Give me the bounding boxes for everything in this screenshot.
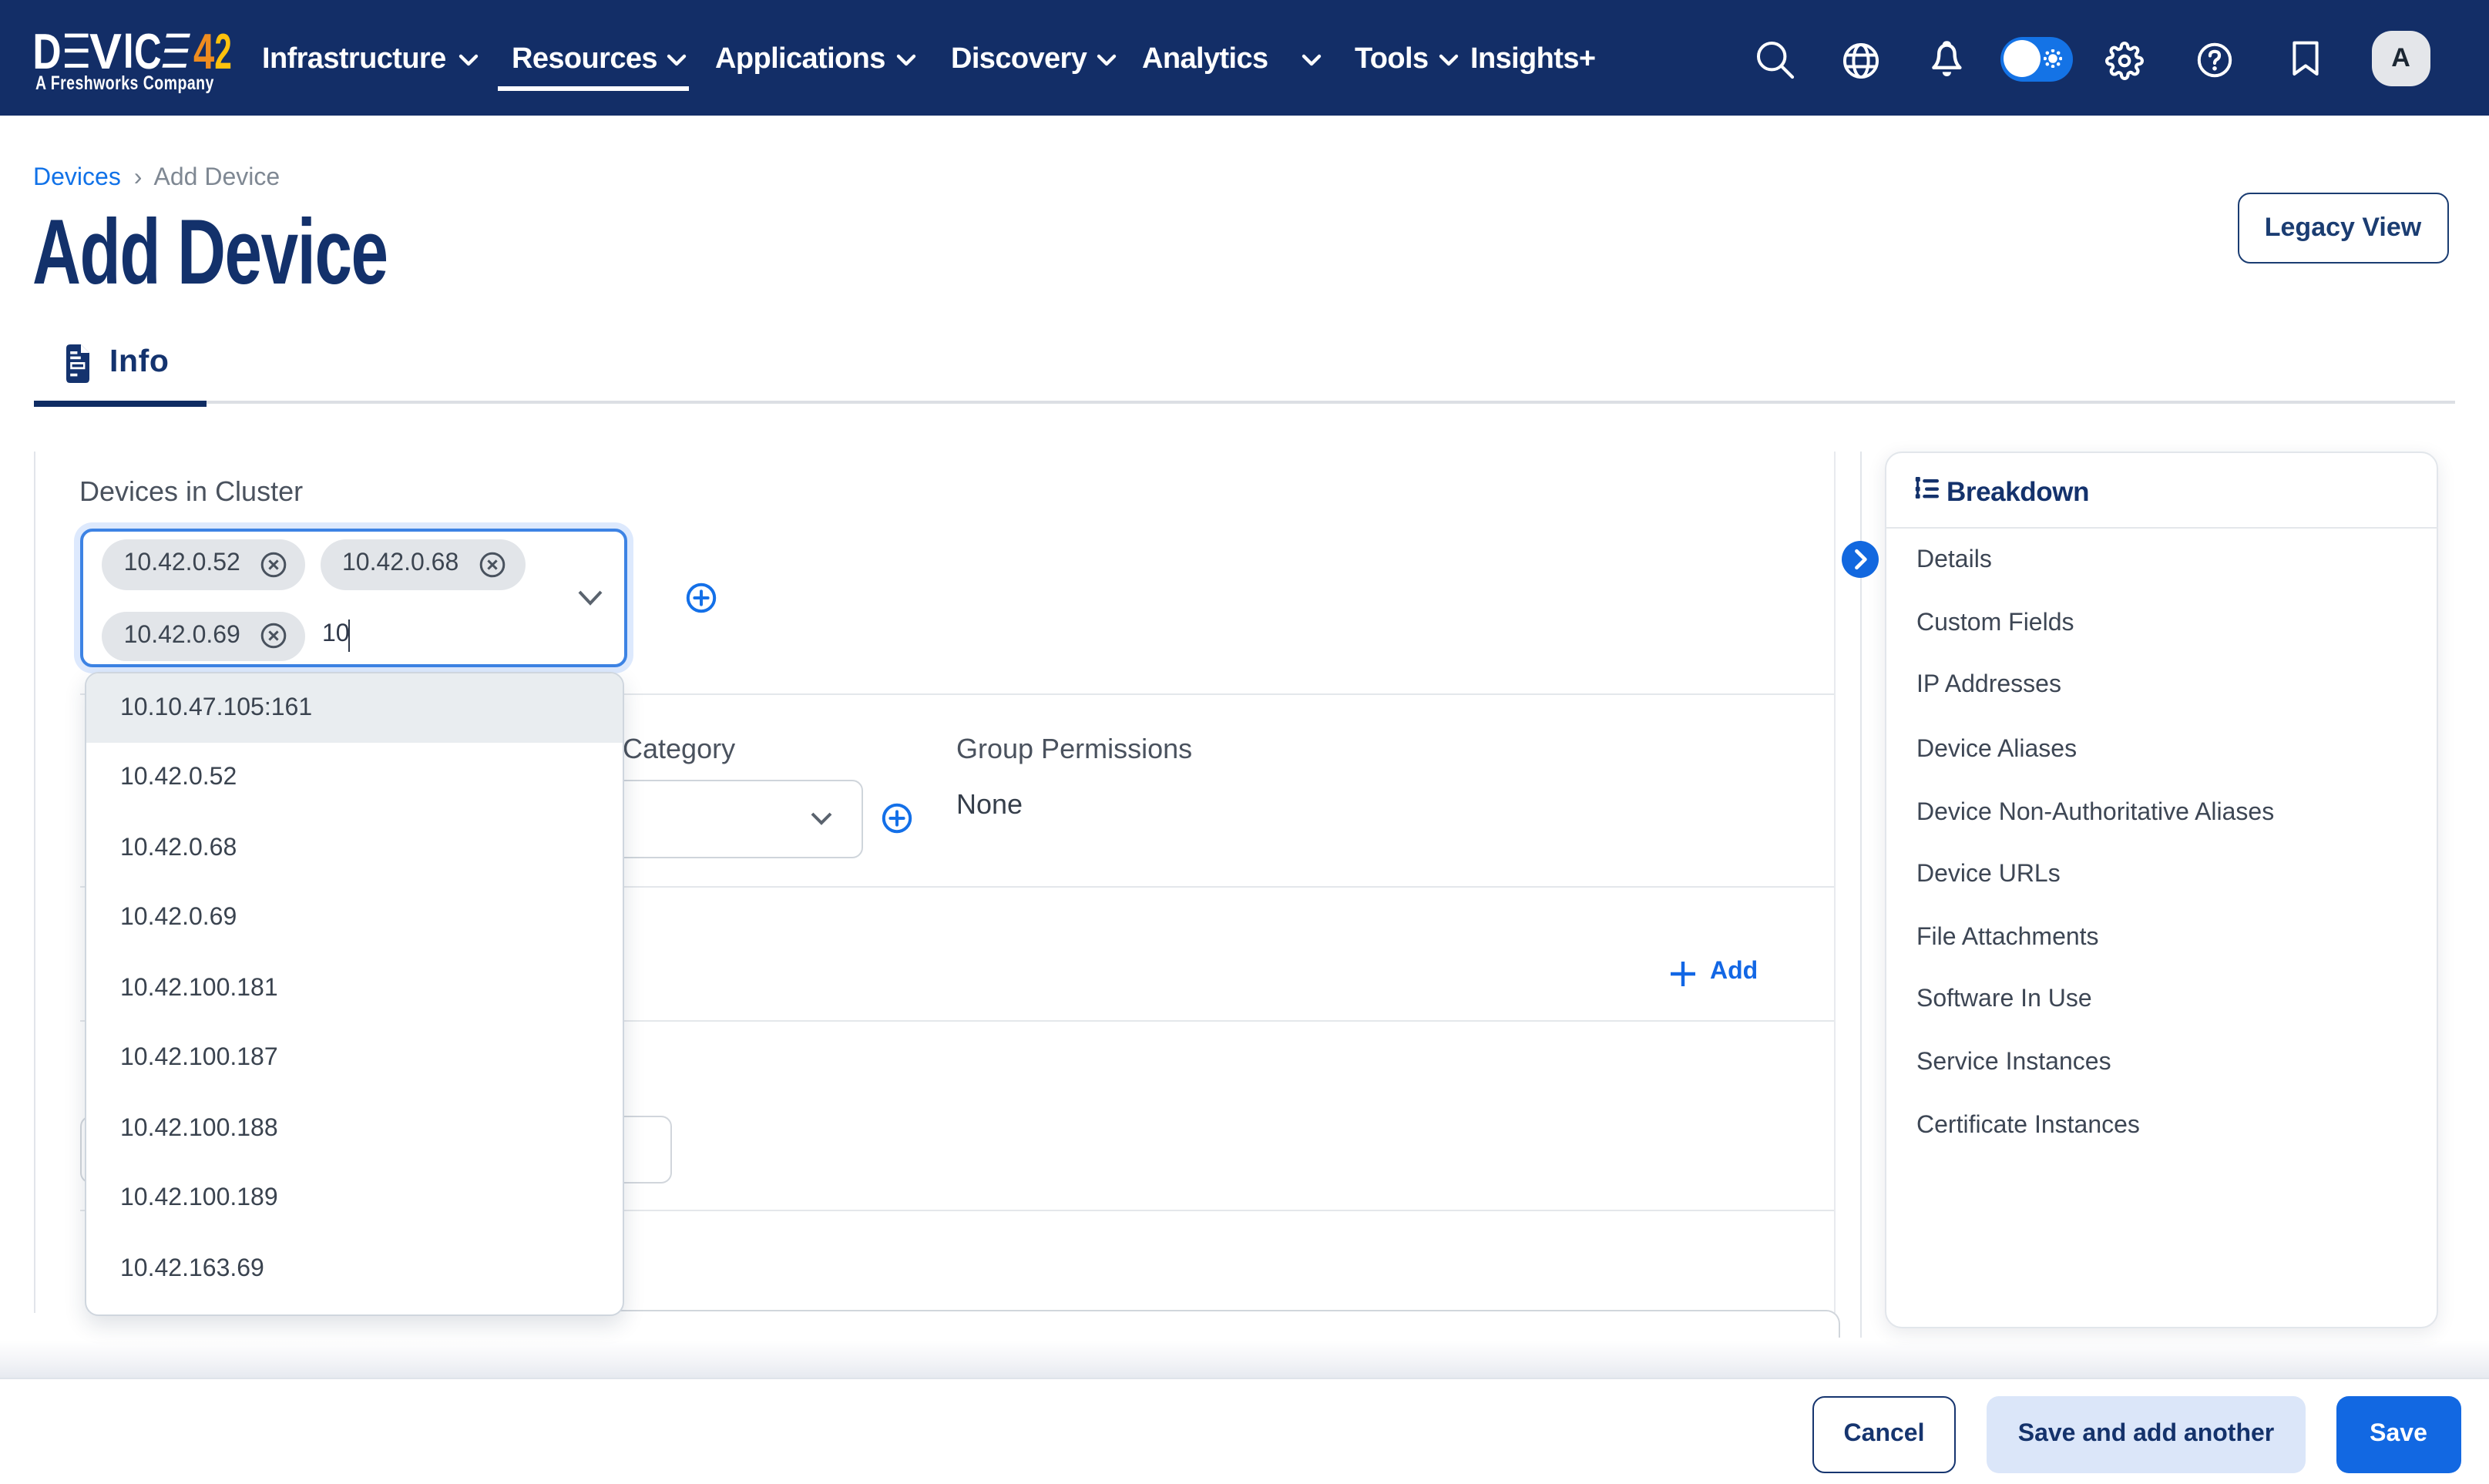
svg-text:V: V bbox=[89, 32, 122, 71]
svg-text:C: C bbox=[134, 32, 162, 71]
svg-text:2: 2 bbox=[214, 32, 231, 71]
svg-text:4: 4 bbox=[193, 32, 214, 71]
svg-text:D: D bbox=[34, 32, 62, 71]
